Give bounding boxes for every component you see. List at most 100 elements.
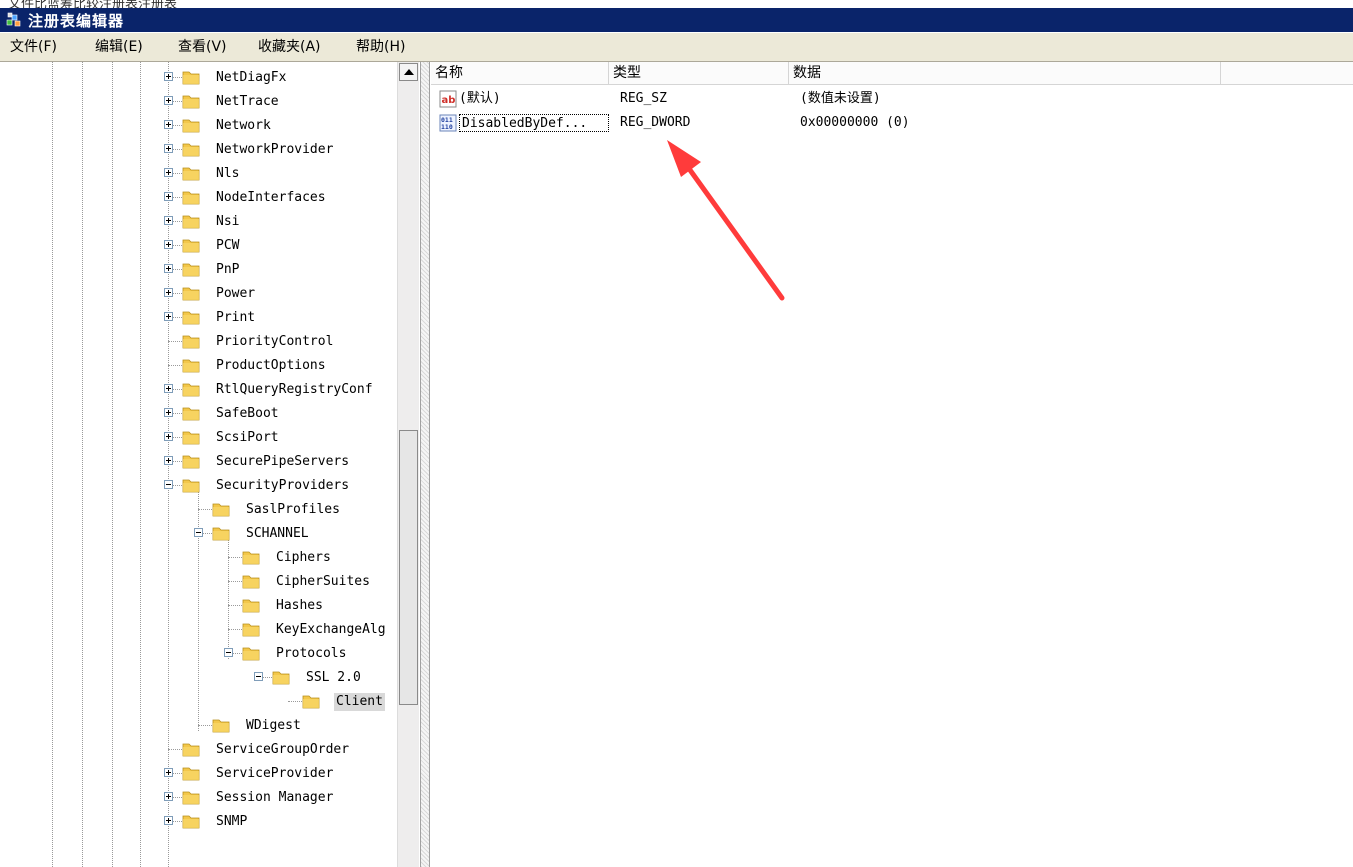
menu-favorites[interactable]: 收藏夹(A) <box>258 38 321 56</box>
tree-vertical-scrollbar[interactable] <box>397 62 419 867</box>
tree-item-label: PnP <box>216 262 240 277</box>
tree-item[interactable]: Ciphers <box>0 547 400 569</box>
registry-key-tree[interactable]: NetDiagFx NetTrace Network NetworkProvider N… <box>0 62 420 867</box>
column-header-name[interactable]: 名称 <box>431 62 609 84</box>
tree-item[interactable]: ProductOptions <box>0 355 400 377</box>
folder-icon <box>182 95 200 109</box>
list-item[interactable]: 011 110 DisabledByDef... REG_DWORD 0x000… <box>431 112 1353 134</box>
folder-icon <box>182 143 200 157</box>
tree-item-label: RtlQueryRegistryConf <box>216 382 373 397</box>
tree-item-label: Network <box>216 118 271 133</box>
expand-plus-icon[interactable] <box>164 264 173 273</box>
tree-item[interactable]: Session Manager <box>0 787 400 809</box>
folder-icon <box>242 575 260 589</box>
tree-item[interactable]: Network <box>0 115 400 137</box>
tree-item[interactable]: NetTrace <box>0 91 400 113</box>
collapse-minus-icon[interactable] <box>164 480 173 489</box>
value-type: REG_DWORD <box>620 115 691 130</box>
menu-view[interactable]: 查看(V) <box>178 38 227 56</box>
expand-plus-icon[interactable] <box>164 192 173 201</box>
column-header-data[interactable]: 数据 <box>789 62 1221 84</box>
expand-plus-icon[interactable] <box>164 816 173 825</box>
tree-item[interactable]: SecurePipeServers <box>0 451 400 473</box>
tree-item[interactable]: PnP <box>0 259 400 281</box>
tree-item[interactable]: Print <box>0 307 400 329</box>
expand-plus-icon[interactable] <box>164 288 173 297</box>
expand-plus-icon[interactable] <box>164 168 173 177</box>
expand-plus-icon[interactable] <box>164 312 173 321</box>
tree-connector <box>288 701 302 702</box>
scroll-thumb[interactable] <box>399 430 418 705</box>
tree-item[interactable]: SNMP <box>0 811 400 833</box>
column-header-type[interactable]: 类型 <box>609 62 789 84</box>
tree-item[interactable]: Power <box>0 283 400 305</box>
list-header: 名称 类型 数据 <box>431 62 1353 85</box>
tree-item-label: Nsi <box>216 214 240 229</box>
tree-connector <box>228 557 242 558</box>
expand-plus-icon[interactable] <box>164 408 173 417</box>
tree-item-label: SNMP <box>216 814 248 829</box>
window-title: 注册表编辑器 <box>28 12 125 30</box>
tree-item[interactable]: SaslProfiles <box>0 499 400 521</box>
expand-plus-icon[interactable] <box>164 456 173 465</box>
tree-item[interactable]: CipherSuites <box>0 571 400 593</box>
tree-item[interactable]: SSL 2.0 <box>0 667 400 689</box>
expand-plus-icon[interactable] <box>164 72 173 81</box>
column-header-empty <box>1221 62 1353 84</box>
scroll-up-arrow-icon[interactable] <box>399 63 418 81</box>
tree-connector <box>228 605 242 606</box>
tree-item[interactable]: NodeInterfaces <box>0 187 400 209</box>
folder-icon <box>182 287 200 301</box>
tree-item-label: WDigest <box>246 718 301 733</box>
folder-icon <box>182 383 200 397</box>
tree-item[interactable]: KeyExchangeAlg <box>0 619 400 641</box>
collapse-minus-icon[interactable] <box>254 672 263 681</box>
tree-item[interactable]: SCHANNEL <box>0 523 400 545</box>
tree-item[interactable]: Hashes <box>0 595 400 617</box>
tree-item[interactable]: ScsiPort <box>0 427 400 449</box>
tree-item[interactable]: WDigest <box>0 715 400 737</box>
list-item[interactable]: ab (默认) REG_SZ (数值未设置) <box>431 88 1353 110</box>
folder-icon <box>182 479 200 493</box>
folder-icon <box>212 527 230 541</box>
tree-item[interactable]: PriorityControl <box>0 331 400 353</box>
tree-item[interactable]: NetDiagFx <box>0 67 400 89</box>
folder-icon <box>212 719 230 733</box>
expand-plus-icon[interactable] <box>164 768 173 777</box>
tree-item[interactable]: SecurityProviders <box>0 475 400 497</box>
tree-item-label: Protocols <box>276 646 347 661</box>
pane-splitter[interactable] <box>420 62 430 867</box>
tree-item-label: ServiceGroupOrder <box>216 742 350 757</box>
menu-edit[interactable]: 编辑(E) <box>95 38 143 56</box>
folder-icon <box>182 239 200 253</box>
menu-help[interactable]: 帮助(H) <box>356 38 405 56</box>
expand-plus-icon[interactable] <box>164 216 173 225</box>
folder-icon <box>182 311 200 325</box>
tree-item[interactable]: Client <box>0 691 400 713</box>
expand-plus-icon[interactable] <box>164 384 173 393</box>
expand-plus-icon[interactable] <box>164 240 173 249</box>
collapse-minus-icon[interactable] <box>224 648 233 657</box>
menu-file[interactable]: 文件(F) <box>10 38 57 56</box>
svg-text:ab: ab <box>442 95 456 106</box>
tree-item[interactable]: SafeBoot <box>0 403 400 425</box>
tree-item[interactable]: RtlQueryRegistryConf <box>0 379 400 401</box>
collapse-minus-icon[interactable] <box>194 528 203 537</box>
tree-item[interactable]: NetworkProvider <box>0 139 400 161</box>
expand-plus-icon[interactable] <box>164 120 173 129</box>
tree-item-label: SecurityProviders <box>216 478 350 493</box>
tree-item[interactable]: Nsi <box>0 211 400 233</box>
expand-plus-icon[interactable] <box>164 792 173 801</box>
tree-item[interactable]: ServiceProvider <box>0 763 400 785</box>
tree-item[interactable]: Nls <box>0 163 400 185</box>
tree-item[interactable]: PCW <box>0 235 400 257</box>
folder-icon <box>182 431 200 445</box>
value-name: (默认) <box>459 91 501 106</box>
expand-plus-icon[interactable] <box>164 96 173 105</box>
tree-item[interactable]: ServiceGroupOrder <box>0 739 400 761</box>
expand-plus-icon[interactable] <box>164 144 173 153</box>
tree-item-label: NetTrace <box>216 94 279 109</box>
tree-item[interactable]: Protocols <box>0 643 400 665</box>
expand-plus-icon[interactable] <box>164 432 173 441</box>
folder-icon <box>242 623 260 637</box>
